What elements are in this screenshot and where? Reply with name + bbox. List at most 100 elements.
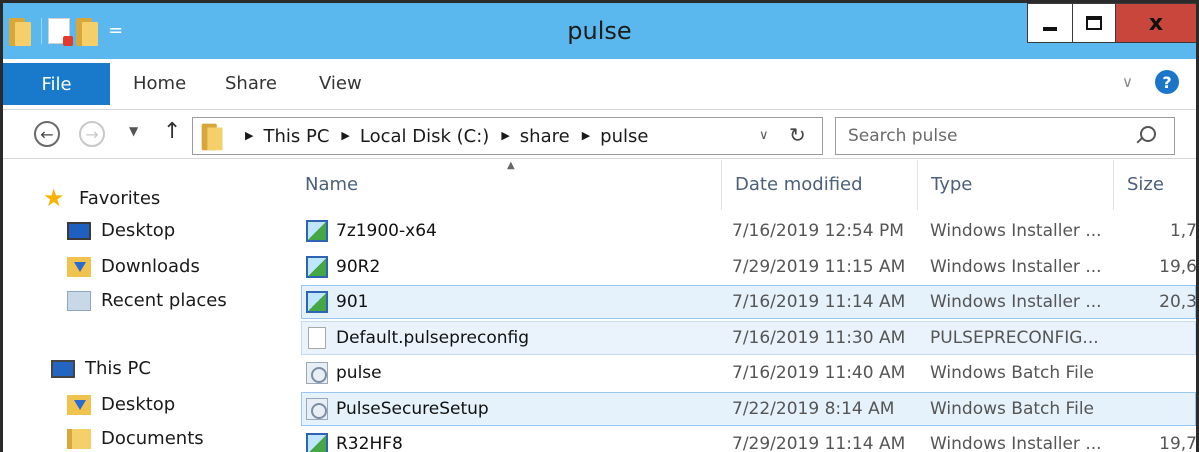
address-dropdown-icon[interactable]: ∨ xyxy=(759,128,769,143)
column-divider[interactable] xyxy=(917,160,918,210)
window-title: pulse xyxy=(567,17,632,45)
file-row[interactable]: R32HF8 7/29/2019 11:14 AM Windows Installe… xyxy=(301,427,1196,452)
recent-places-icon xyxy=(67,290,91,311)
search-input[interactable] xyxy=(848,124,1128,148)
file-row[interactable]: pulse 7/16/2019 11:40 AM Windows Batch Fil… xyxy=(301,356,1196,390)
nav-item-label: Desktop xyxy=(101,220,176,241)
downloads-icon xyxy=(67,256,91,277)
file-date-modified: 7/29/2019 11:15 AM xyxy=(732,256,906,277)
file-list: ▲ Name Date modified Type Size 7z1900-x6… xyxy=(275,160,1196,452)
file-name: 90R2 xyxy=(336,256,381,277)
file-row[interactable]: PulseSecureSetup 7/22/2019 8:14 AM Windows… xyxy=(301,391,1196,426)
nav-item-label: Recent places xyxy=(101,290,227,311)
nav-item-label: Documents xyxy=(101,428,204,449)
file-name: R32HF8 xyxy=(336,434,403,452)
folder-icon xyxy=(201,122,227,151)
file-date-modified: 7/22/2019 8:14 AM xyxy=(732,398,895,419)
column-header-type[interactable]: Type xyxy=(931,174,972,195)
forward-button[interactable]: → xyxy=(79,121,105,147)
msi-icon xyxy=(306,433,328,452)
breadcrumb-arrow-icon[interactable]: ▶ xyxy=(341,129,349,142)
documents-icon xyxy=(67,428,91,449)
file-type: Windows Installer ... xyxy=(930,256,1102,277)
computer-icon xyxy=(51,359,75,378)
sort-ascending-icon: ▲ xyxy=(507,160,515,171)
batch-file-icon xyxy=(306,397,328,420)
column-divider[interactable] xyxy=(1113,160,1114,210)
desktop-icon xyxy=(67,221,91,240)
file-row[interactable]: 901 7/16/2019 11:14 AM Windows Installer .… xyxy=(301,285,1196,319)
star-icon: ★ xyxy=(43,184,65,212)
file-size: 19,7 xyxy=(1159,434,1196,452)
nav-item-recent-places[interactable]: Recent places xyxy=(67,290,227,311)
batch-file-icon xyxy=(306,362,328,384)
minimize-button[interactable] xyxy=(1027,3,1073,43)
file-type: Windows Batch File xyxy=(930,398,1095,419)
tab-view[interactable]: View xyxy=(319,73,362,94)
search-icon[interactable] xyxy=(1140,126,1156,142)
breadcrumb-arrow-icon[interactable]: ▶ xyxy=(245,129,253,142)
file-date-modified: 7/16/2019 11:30 AM xyxy=(732,327,906,348)
close-button[interactable]: x xyxy=(1115,3,1196,43)
nav-item-desktop[interactable]: Desktop xyxy=(67,220,175,241)
file-name: pulse xyxy=(336,363,382,383)
breadcrumb-arrow-icon[interactable]: ▶ xyxy=(501,129,509,142)
column-header-date-modified[interactable]: Date modified xyxy=(735,174,863,195)
up-button[interactable]: ↑ xyxy=(163,119,181,144)
column-header-name[interactable]: Name xyxy=(305,174,358,195)
address-bar[interactable]: ▶ This PC ▶ Local Disk (C:) ▶ share ▶ pulse ∨ ↻ xyxy=(192,117,823,155)
tab-file[interactable]: File xyxy=(3,63,110,105)
nav-favorites-label: Favorites xyxy=(79,187,161,209)
msi-icon xyxy=(306,220,328,242)
maximize-button[interactable] xyxy=(1072,3,1116,43)
file-type: Windows Batch File xyxy=(930,363,1095,383)
file-size: 19,6 xyxy=(1159,256,1196,277)
file-type: Windows Installer ... xyxy=(930,292,1102,312)
tab-share[interactable]: Share xyxy=(225,73,277,94)
nav-item-desktop-pc[interactable]: Desktop xyxy=(67,394,175,415)
nav-this-pc[interactable]: This PC xyxy=(51,358,151,379)
explorer-window: = pulse x File Home Share View ∨ ? ← → ▼… xyxy=(0,0,1199,452)
breadcrumb-this-pc[interactable]: This PC xyxy=(263,126,329,147)
navigation-bar: ← → ▼ ↑ ▶ This PC ▶ Local Disk (C:) ▶ share ▶ p… xyxy=(3,109,1196,159)
document-icon xyxy=(308,326,326,349)
file-date-modified: 7/16/2019 12:54 PM xyxy=(732,221,904,241)
file-name: Default.pulsepreconfig xyxy=(336,327,530,348)
nav-item-label: Desktop xyxy=(101,394,176,415)
expand-ribbon-icon[interactable]: ∨ xyxy=(1122,73,1133,91)
breadcrumb-pulse[interactable]: pulse xyxy=(600,126,648,147)
file-row[interactable]: Default.pulsepreconfig 7/16/2019 11:30 AM… xyxy=(301,320,1196,355)
nav-item-documents[interactable]: Documents xyxy=(67,428,204,449)
nav-item-label: Downloads xyxy=(101,256,200,277)
breadcrumb: ▶ This PC ▶ Local Disk (C:) ▶ share ▶ pulse xyxy=(233,126,648,147)
nav-favorites[interactable]: ★ Favorites xyxy=(43,186,160,210)
file-name: 7z1900-x64 xyxy=(336,221,437,241)
msi-icon xyxy=(306,291,328,313)
refresh-icon[interactable]: ↻ xyxy=(789,123,806,147)
breadcrumb-local-disk[interactable]: Local Disk (C:) xyxy=(360,126,489,147)
column-divider[interactable] xyxy=(721,160,722,210)
file-type: Windows Installer ... xyxy=(930,434,1102,452)
help-icon[interactable]: ? xyxy=(1155,70,1179,94)
nav-item-downloads[interactable]: Downloads xyxy=(67,256,200,277)
file-size: 20,3 xyxy=(1159,292,1196,312)
file-row[interactable]: 90R2 7/29/2019 11:15 AM Windows Installer … xyxy=(301,250,1196,284)
breadcrumb-share[interactable]: share xyxy=(520,126,570,147)
nav-this-pc-label: This PC xyxy=(85,358,151,379)
breadcrumb-arrow-icon[interactable]: ▶ xyxy=(582,129,590,142)
title-bar[interactable]: = pulse x xyxy=(3,3,1196,59)
file-date-modified: 7/16/2019 11:14 AM xyxy=(732,292,906,312)
search-box[interactable] xyxy=(835,117,1175,155)
file-date-modified: 7/29/2019 11:14 AM xyxy=(732,434,906,452)
minimize-icon xyxy=(1043,27,1057,31)
recent-locations-icon[interactable]: ▼ xyxy=(129,124,138,138)
file-row[interactable]: 7z1900-x64 7/16/2019 12:54 PM Windows Inst… xyxy=(301,214,1196,248)
file-name: 901 xyxy=(336,292,369,312)
file-size: 1,7 xyxy=(1169,221,1196,241)
column-header-size[interactable]: Size xyxy=(1127,174,1164,195)
tab-home[interactable]: Home xyxy=(133,73,186,94)
ribbon-tabs: File Home Share View ∨ ? xyxy=(3,59,1196,109)
back-button[interactable]: ← xyxy=(34,121,60,147)
file-date-modified: 7/16/2019 11:40 AM xyxy=(732,363,906,383)
desktop-folder-icon xyxy=(67,394,91,415)
